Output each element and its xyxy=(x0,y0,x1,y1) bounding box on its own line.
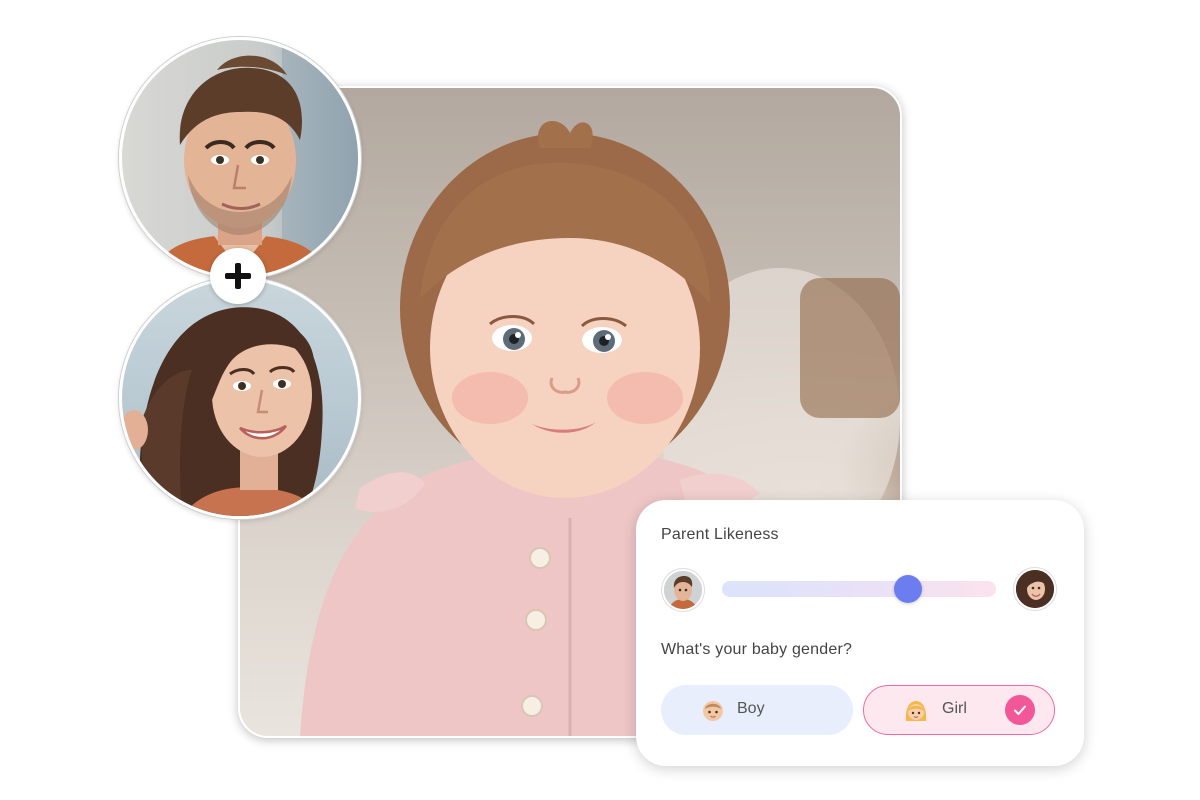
father-avatar-illustration xyxy=(664,571,702,609)
boy-face-emoji xyxy=(701,698,725,727)
father-portrait xyxy=(119,37,361,279)
likeness-slider-thumb[interactable] xyxy=(894,575,923,603)
boy-option-button[interactable]: Boy xyxy=(661,685,853,735)
parent-likeness-title: Parent Likeness xyxy=(661,526,779,543)
gender-question: What's your baby gender? xyxy=(661,641,853,658)
mother-illustration xyxy=(122,307,323,516)
settings-panel: Parent Likeness What's your baby gender?… xyxy=(636,500,1084,766)
stage: Parent Likeness What's your baby gender?… xyxy=(0,0,1200,800)
check-icon xyxy=(1005,695,1035,725)
mother-avatar-illustration xyxy=(1016,570,1054,608)
boy-option-label: Boy xyxy=(737,700,765,717)
girl-face-emoji xyxy=(904,699,928,728)
mother-avatar xyxy=(1014,568,1056,610)
girl-option-label: Girl xyxy=(942,700,967,717)
father-avatar xyxy=(662,569,704,611)
plus-icon xyxy=(225,263,251,289)
likeness-slider[interactable] xyxy=(722,575,996,603)
plus-badge xyxy=(210,248,266,304)
mother-portrait xyxy=(119,277,361,519)
girl-option-button[interactable]: Girl xyxy=(863,685,1055,735)
father-illustration xyxy=(152,40,358,276)
